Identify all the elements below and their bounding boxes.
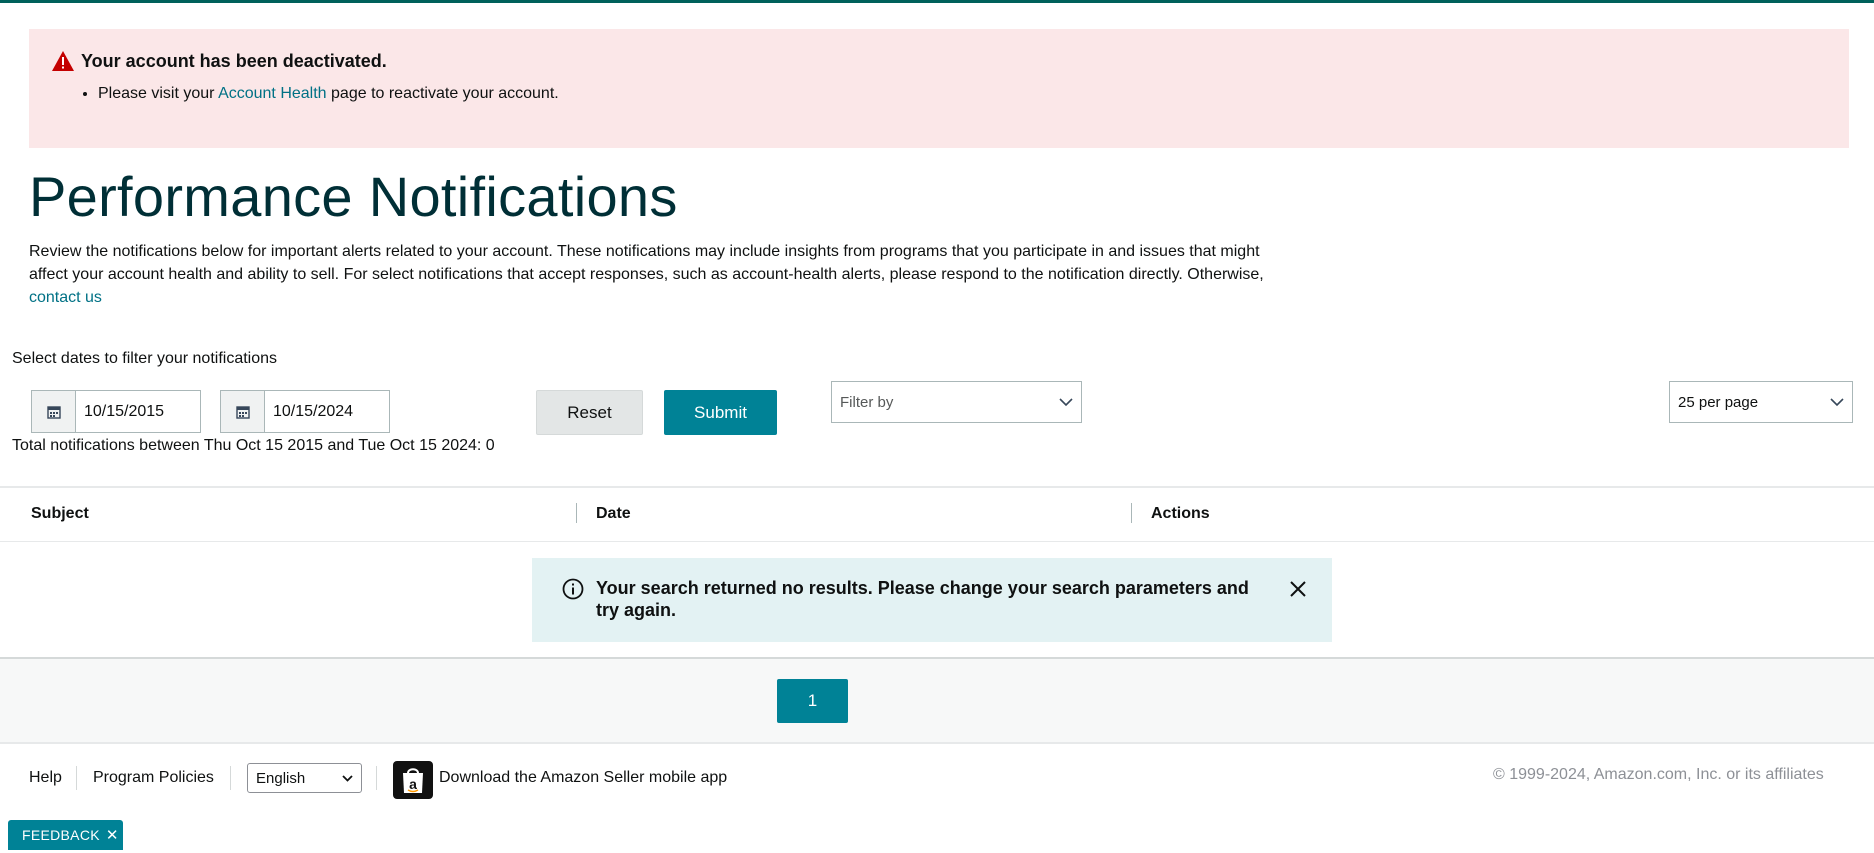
table-header: Subject Date Actions (0, 488, 1874, 542)
calendar-icon[interactable] (221, 391, 265, 432)
close-icon[interactable]: ✕ (106, 826, 119, 844)
alert-message-suffix: page to reactivate your account. (326, 85, 559, 102)
copyright-text: © 1999-2024, Amazon.com, Inc. or its aff… (1493, 766, 1824, 783)
end-date-input[interactable]: 10/15/2024 (220, 390, 390, 433)
alert-title: Your account has been deactivated. (81, 51, 387, 71)
contact-us-link[interactable]: contact us (29, 289, 102, 306)
column-divider (576, 503, 577, 523)
page-button-current[interactable]: 1 (777, 679, 848, 723)
alert-message: Please visit your Account Health page to… (98, 85, 559, 103)
feedback-button[interactable]: FEEDBACK ✕ (8, 820, 123, 850)
column-header-actions[interactable]: Actions (1151, 505, 1210, 523)
svg-text:a: a (409, 776, 417, 792)
warning-triangle-icon (52, 51, 74, 71)
no-results-message: Your search returned no results. Please … (532, 558, 1332, 642)
feedback-label: FEEDBACK (22, 827, 100, 843)
account-health-link[interactable]: Account Health (218, 85, 327, 102)
no-results-text: Your search returned no results. Please … (596, 578, 1249, 620)
per-page-value: 25 per page (1678, 393, 1759, 411)
top-border (0, 0, 1874, 3)
date-filter-label: Select dates to filter your notification… (12, 350, 278, 367)
chevron-down-icon (342, 774, 353, 782)
description-text: Review the notifications below for impor… (29, 243, 1264, 283)
page-description: Review the notifications below for impor… (29, 240, 1269, 309)
column-header-subject[interactable]: Subject (31, 505, 89, 523)
submit-button[interactable]: Submit (664, 390, 777, 435)
footer-divider (230, 766, 231, 790)
reset-button[interactable]: Reset (536, 390, 643, 435)
column-header-date[interactable]: Date (596, 505, 631, 523)
program-policies-link[interactable]: Program Policies (93, 769, 214, 787)
end-date-value[interactable]: 10/15/2024 (265, 391, 353, 432)
language-value: English (256, 769, 306, 787)
pagination: 1 (0, 659, 1874, 744)
info-icon (562, 578, 584, 600)
filter-by-placeholder: Filter by (840, 393, 894, 411)
chevron-down-icon (1059, 397, 1073, 406)
download-app-link[interactable]: Download the Amazon Seller mobile app (439, 769, 727, 787)
help-link[interactable]: Help (29, 769, 62, 787)
start-date-value[interactable]: 10/15/2015 (76, 391, 164, 432)
per-page-dropdown[interactable]: 25 per page (1669, 381, 1853, 423)
footer-divider (76, 766, 77, 790)
close-icon[interactable] (1288, 579, 1308, 599)
column-divider (1131, 503, 1132, 523)
amazon-seller-app-icon[interactable]: a (393, 761, 433, 799)
deactivation-alert: Your account has been deactivated. Pleas… (29, 29, 1849, 148)
alert-message-prefix: Please visit your (98, 85, 219, 102)
alert-message-list: Please visit your Account Health page to… (74, 85, 559, 103)
chevron-down-icon (1830, 397, 1844, 406)
start-date-input[interactable]: 10/15/2015 (31, 390, 201, 433)
filter-by-dropdown[interactable]: Filter by (831, 381, 1082, 423)
footer-divider (376, 766, 377, 790)
language-select[interactable]: English (247, 763, 362, 793)
page-title: Performance Notifications (29, 165, 678, 228)
calendar-icon[interactable] (32, 391, 76, 432)
total-notifications-text: Total notifications between Thu Oct 15 2… (12, 437, 495, 454)
